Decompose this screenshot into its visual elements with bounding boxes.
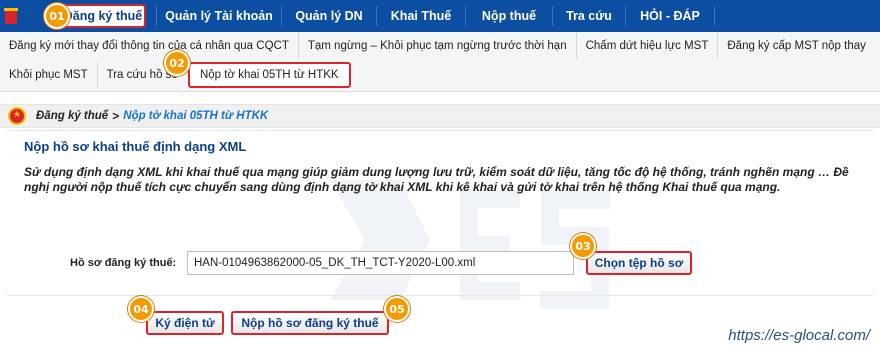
panel-title: Nộp hồ sơ khai thuế định dạng XML — [24, 139, 247, 154]
step-marker-3: 03 — [570, 233, 596, 259]
step-marker-1: 01 — [44, 3, 70, 29]
national-emblem-icon — [8, 107, 26, 125]
step-marker-4: 04 — [128, 296, 154, 322]
breadcrumb: Đăng ký thuế > Nộp tờ khai 05TH từ HTKK — [0, 104, 880, 128]
top-nav: Đăng ký thuế Quản lý Tài khoản Quản lý D… — [0, 0, 880, 32]
submit-registration-button[interactable]: Nộp hồ sơ đăng ký thuế — [231, 311, 389, 335]
subnav-tam-ngung[interactable]: Tạm ngừng – Khôi phục tạm ngừng trước th… — [299, 33, 577, 59]
nav-tab-quan-ly-dn[interactable]: Quản lý DN — [282, 0, 376, 32]
file-label: Hồ sơ đăng ký thuế: — [70, 257, 177, 269]
nav-tab-hoi-dap[interactable]: HỎI - ĐÁP — [626, 0, 714, 32]
subnav-khoi-phuc-mst[interactable]: Khôi phục MST — [0, 62, 98, 88]
sub-nav: Đăng ký mới thay đổi thông tin của cá nh… — [0, 32, 880, 92]
nav-tab-quan-ly-tai-khoan[interactable]: Quản lý Tài khoản — [157, 0, 281, 32]
sub-nav-row-1: Đăng ký mới thay đổi thông tin của cá nh… — [0, 33, 875, 59]
file-path-input[interactable]: HAN-0104963862000-05_DK_TH_TCT-Y2020-L00… — [187, 251, 574, 275]
subnav-dang-ky-moi[interactable]: Đăng ký mới thay đổi thông tin của cá nh… — [0, 33, 299, 59]
step-marker-2: 02 — [164, 50, 190, 76]
subnav-cham-dut-hieu-luc[interactable]: Chấm dứt hiệu lực MST — [577, 33, 719, 59]
panel-description: Sử dụng định dạng XML khi khai thuế qua … — [24, 165, 849, 194]
watermark-url: https://es-glocal.com/ — [728, 327, 870, 344]
choose-file-button[interactable]: Chọn tệp hồ sơ — [586, 251, 692, 275]
nav-tab-dang-ky-thue[interactable]: Đăng ký thuế — [60, 4, 146, 28]
subnav-nop-to-khai-05th[interactable]: Nộp tờ khai 05TH từ HTKK — [187, 62, 351, 88]
subnav-dang-ky-cap-mst[interactable]: Đăng ký cấp MST nộp thay — [718, 33, 875, 59]
step-marker-5: 05 — [384, 296, 410, 322]
nav-tab-khai-thue[interactable]: Khai Thuế — [377, 0, 465, 32]
breadcrumb-home[interactable]: Đăng ký thuế — [36, 110, 108, 122]
digital-sign-button[interactable]: Ký điện tử — [146, 311, 224, 335]
nav-tab-nop-thue[interactable]: Nộp thuế — [466, 0, 552, 32]
breadcrumb-current: Nộp tờ khai 05TH từ HTKK — [123, 110, 269, 122]
breadcrumb-separator: > — [112, 109, 120, 123]
home-icon[interactable] — [0, 0, 22, 32]
nav-tab-tra-cuu[interactable]: Tra cứu — [553, 0, 625, 32]
